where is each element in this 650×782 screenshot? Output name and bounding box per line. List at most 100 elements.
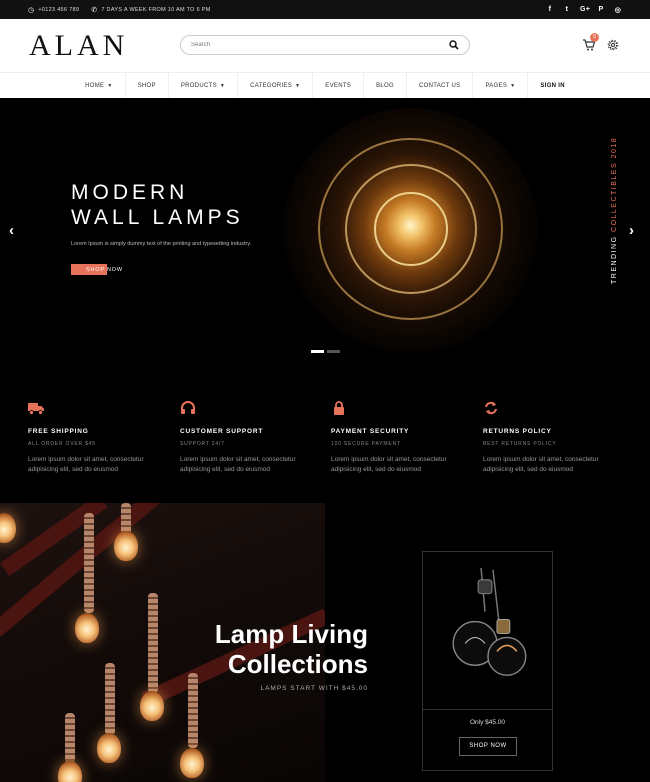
feature-description: Lorem ipsum dolor sit amet, consectetur … [28, 456, 144, 473]
lamp-filament-ring [374, 192, 448, 266]
site-logo[interactable]: ALAN [29, 29, 128, 63]
rope [148, 593, 158, 693]
hero-shop-now-label: SHOP NOW [86, 266, 123, 273]
refresh-icon [485, 401, 497, 415]
product-price: Only $45.00 [469, 719, 506, 726]
feature-returns-policy: RETURNS POLICY BEST RETURNS POLICY Lorem… [483, 401, 623, 475]
feature-description: Lorem ipsum dolor sit amet, consectetur … [483, 456, 599, 473]
trending-side-text: TRENDING COLLECTIBLES 2018 [611, 137, 618, 284]
rope [105, 663, 115, 735]
feature-payment-security: PAYMENT SECURITY 100 SECURE PAYMENT Lore… [331, 401, 471, 475]
collection-title-line: Lamp Living [214, 619, 368, 649]
collection-section: Lamp Living Collections LAMPS START WITH… [0, 503, 650, 782]
feature-title: RETURNS POLICY [483, 428, 552, 435]
caret-down-icon: ▼ [219, 83, 226, 89]
slider-prev-arrow-icon[interactable]: ‹ [9, 222, 14, 239]
nav-item-categories[interactable]: CATEGORIES ▼ [237, 73, 312, 99]
social-links: f t G+ P ◎ [546, 6, 622, 14]
settings-gear-icon[interactable] [607, 39, 619, 51]
caret-down-icon: ▼ [295, 83, 301, 89]
bulb [97, 733, 121, 763]
bulb [114, 531, 138, 561]
rope [65, 713, 75, 763]
nav-label: BLOG [376, 83, 394, 89]
search-input[interactable] [191, 42, 449, 48]
nav-label: PAGES [485, 83, 508, 89]
nav-label: SIGN IN [540, 83, 565, 89]
nav-item-shop[interactable]: SHOP [124, 73, 168, 99]
facebook-icon[interactable]: f [546, 6, 554, 14]
hero-heading-line: WALL LAMPS [71, 206, 244, 229]
collection-title-line: Collections [227, 649, 368, 679]
feature-title: CUSTOMER SUPPORT [180, 428, 264, 435]
slider-dot[interactable] [327, 350, 340, 353]
bulb [58, 761, 82, 782]
nav-label: PRODUCTS [180, 83, 217, 89]
nav-item-home[interactable]: HOME ▼ [73, 73, 124, 99]
rope [188, 673, 198, 748]
feature-description: Lorem ipsum dolor sit amet, consectetur … [331, 456, 447, 473]
slider-dot[interactable] [311, 350, 324, 353]
feature-customer-support: CUSTOMER SUPPORT SUPPORT 24/7 Lorem ipsu… [180, 401, 320, 475]
hero-subtitle: Lorem Ipsum is simply dummy text of the … [71, 241, 252, 247]
headphones-icon [181, 401, 195, 414]
nav-item-events[interactable]: EVENTS [312, 73, 363, 99]
phone-info: ◷ +0123 456 789 [28, 6, 79, 14]
collection-subtitle: LAMPS START WITH $45.00 [260, 685, 368, 692]
cart-button[interactable]: 0 [582, 33, 599, 52]
feature-subtitle: BEST RETURNS POLICY [483, 441, 557, 447]
phone-icon: ✆ [91, 6, 98, 14]
top-bar: ◷ +0123 456 789 ✆ 7 DAYS A WEEK FROM 10 … [0, 0, 650, 19]
main-nav: HOME ▼ SHOP PRODUCTS ▼ CATEGORIES ▼ EVENTS … [0, 72, 650, 99]
slider-pagination [311, 350, 340, 353]
bulb [180, 748, 204, 778]
twitter-icon[interactable]: t [563, 6, 571, 14]
search-icon[interactable] [449, 40, 459, 50]
bulb [140, 691, 164, 721]
hero-heading: MODERN WALL LAMPS [71, 180, 244, 230]
product-bulbs-image[interactable] [423, 552, 552, 710]
site-header: ALAN 0 [0, 19, 650, 72]
bulb [0, 513, 16, 543]
nav-item-products[interactable]: PRODUCTS ▼ [167, 73, 237, 99]
search-bar [180, 35, 470, 55]
google-plus-icon[interactable]: G+ [580, 6, 590, 14]
nav-label: CONTACT US [418, 83, 461, 89]
feature-title: FREE SHIPPING [28, 428, 89, 435]
hero-heading-line: MODERN [71, 181, 189, 204]
hero-slider: MODERN WALL LAMPS Lorem Ipsum is simply … [0, 98, 650, 366]
product-card: Only $45.00 SHOP NOW [422, 551, 553, 771]
opening-hours: 7 DAYS A WEEK FROM 10 AM TO 6 PM [101, 6, 211, 13]
nav-label: SHOP [137, 83, 156, 89]
rope [84, 513, 94, 613]
caret-down-icon: ▼ [107, 83, 113, 89]
lock-icon [334, 401, 344, 415]
nav-item-pages[interactable]: PAGES ▼ [472, 73, 527, 99]
clock-icon: ◷ [28, 6, 35, 14]
slider-next-arrow-icon[interactable]: › [629, 222, 634, 239]
features-row: FREE SHIPPING ALL ORDER OVER $45 Lorem i… [0, 366, 650, 503]
hours-info: ✆ 7 DAYS A WEEK FROM 10 AM TO 6 PM [91, 6, 210, 14]
nav-label: HOME [85, 83, 105, 89]
feature-title: PAYMENT SECURITY [331, 428, 410, 435]
hero-shop-now-button[interactable]: SHOP NOW [71, 264, 123, 275]
nav-label: EVENTS [325, 83, 352, 89]
nav-item-blog[interactable]: BLOG [363, 73, 406, 99]
trending-label: TRENDING [611, 235, 618, 284]
feature-subtitle: ALL ORDER OVER $45 [28, 441, 96, 447]
truck-icon [28, 403, 44, 415]
nav-item-contact[interactable]: CONTACT US [405, 73, 472, 99]
bulb [75, 613, 99, 643]
feature-subtitle: SUPPORT 24/7 [180, 441, 225, 447]
trending-label-accent: COLLECTIBLES 2018 [611, 136, 618, 232]
pinterest-icon[interactable]: P [597, 6, 605, 14]
collection-title: Lamp Living Collections [190, 619, 368, 679]
nav-label: CATEGORIES [250, 83, 293, 89]
instagram-icon[interactable]: ◎ [614, 6, 622, 14]
phone-number[interactable]: +0123 456 789 [38, 7, 79, 13]
feature-description: Lorem ipsum dolor sit amet, consectetur … [180, 456, 296, 473]
feature-free-shipping: FREE SHIPPING ALL ORDER OVER $45 Lorem i… [28, 401, 168, 475]
caret-down-icon: ▼ [510, 83, 516, 89]
product-shop-now-button[interactable]: SHOP NOW [459, 737, 517, 756]
nav-item-sign-in[interactable]: SIGN IN [527, 73, 576, 99]
